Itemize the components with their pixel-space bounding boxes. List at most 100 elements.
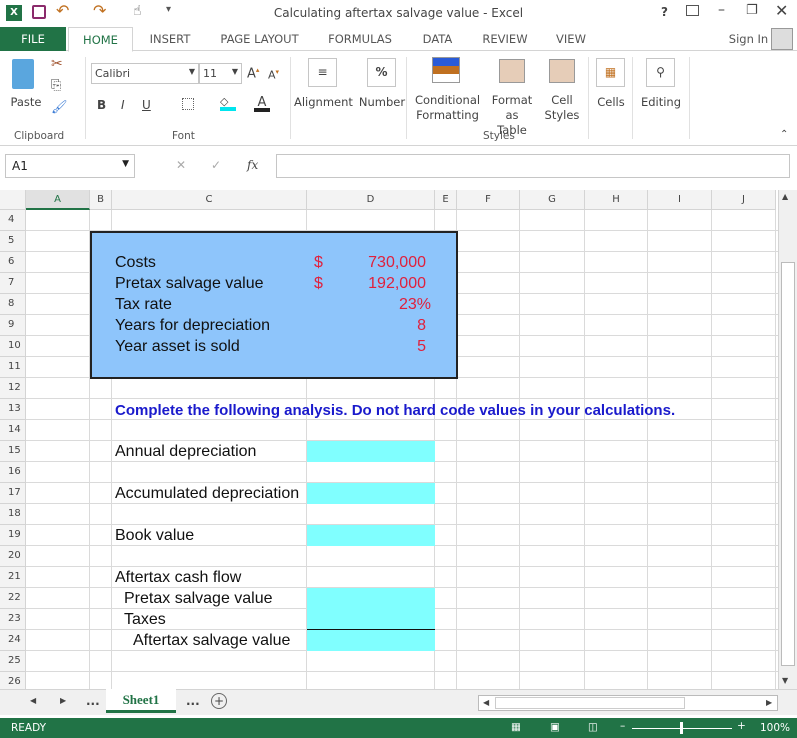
row-header[interactable]: 10 <box>0 336 26 357</box>
tab-view[interactable]: VIEW <box>548 27 594 51</box>
decrease-font-icon[interactable]: A▾ <box>268 68 279 82</box>
prev-sheet-icon[interactable]: ◀ <box>30 696 36 705</box>
ribbon-display-icon[interactable] <box>686 5 699 16</box>
next-sheet-icon[interactable]: ▶ <box>60 696 66 705</box>
scroll-down-icon[interactable]: ▼ <box>782 676 788 685</box>
normal-view-icon[interactable]: ▦ <box>511 721 521 733</box>
conditional-formatting-icon[interactable] <box>432 57 460 83</box>
formula-input[interactable] <box>276 154 790 178</box>
book-value-cell[interactable] <box>307 525 435 546</box>
tab-formulas[interactable]: FORMULAS <box>322 27 398 51</box>
page-break-view-icon[interactable]: ◫ <box>588 721 598 733</box>
horizontal-scrollbar[interactable]: ◀ ▶ <box>478 695 778 711</box>
enter-icon[interactable]: ✓ <box>211 158 221 172</box>
name-box[interactable]: A1 ▼ <box>5 154 135 178</box>
sign-in-link[interactable]: Sign In <box>726 27 771 51</box>
scroll-right-icon[interactable]: ▶ <box>766 698 772 707</box>
cells-button[interactable]: Cells <box>590 95 632 110</box>
italic-button[interactable]: I <box>121 98 125 112</box>
add-sheet-icon[interactable]: + <box>211 693 227 709</box>
column-header[interactable]: C <box>112 190 307 210</box>
tax-rate-value[interactable]: 23% <box>399 296 431 314</box>
row-header[interactable]: 18 <box>0 504 26 525</box>
row-header[interactable]: 14 <box>0 420 26 441</box>
costs-value[interactable]: 730,000 <box>368 254 426 272</box>
row-header[interactable]: 25 <box>0 651 26 672</box>
row-header[interactable]: 15 <box>0 441 26 462</box>
more-sheets-left[interactable]: ... <box>86 694 100 708</box>
zoom-slider-thumb[interactable] <box>680 722 683 734</box>
increase-font-icon[interactable]: A▴ <box>247 66 259 81</box>
aftertax-salvage-cell[interactable] <box>307 630 435 651</box>
cancel-icon[interactable]: ✕ <box>176 158 186 172</box>
row-header[interactable]: 20 <box>0 546 26 567</box>
editing-icon[interactable]: ⚲ <box>646 58 675 87</box>
years-dep-value[interactable]: 8 <box>417 317 426 335</box>
scroll-thumb[interactable] <box>781 262 795 666</box>
tab-page-layout[interactable]: PAGE LAYOUT <box>212 27 307 51</box>
copy-icon[interactable]: ⎘ <box>51 78 61 93</box>
column-header[interactable]: E <box>435 190 457 210</box>
font-color-icon[interactable]: A <box>254 95 270 112</box>
cell-styles-icon[interactable] <box>549 59 575 83</box>
minimize-button[interactable]: – <box>718 2 725 18</box>
accum-dep-cell[interactable] <box>307 483 435 504</box>
row-header[interactable]: 11 <box>0 357 26 378</box>
column-header[interactable]: J <box>712 190 776 210</box>
row-header[interactable]: 21 <box>0 567 26 588</box>
editing-button[interactable]: Editing <box>638 95 684 110</box>
taxes-cell[interactable] <box>307 609 435 630</box>
restore-button[interactable]: ❐ <box>746 3 758 18</box>
row-header[interactable]: 7 <box>0 273 26 294</box>
row-header[interactable]: 17 <box>0 483 26 504</box>
zoom-in-button[interactable]: + <box>737 720 746 732</box>
row-header[interactable]: 24 <box>0 630 26 651</box>
row-header[interactable]: 23 <box>0 609 26 630</box>
borders-icon[interactable] <box>182 98 194 110</box>
cut-icon[interactable]: ✂ <box>51 56 63 72</box>
column-header[interactable]: D <box>307 190 435 210</box>
zoom-level[interactable]: 100% <box>760 722 790 734</box>
column-header[interactable]: B <box>90 190 112 210</box>
column-header[interactable]: I <box>648 190 712 210</box>
row-header[interactable]: 26 <box>0 672 26 689</box>
row-header[interactable]: 16 <box>0 462 26 483</box>
cell-styles-button[interactable]: Cell Styles <box>540 93 584 123</box>
insert-function-button[interactable]: fx <box>247 158 258 172</box>
zoom-out-button[interactable]: – <box>620 720 625 732</box>
more-sheets-right[interactable]: ... <box>186 694 200 708</box>
number-icon[interactable]: % <box>367 58 396 87</box>
column-header[interactable]: A <box>26 190 90 210</box>
vertical-scrollbar[interactable]: ▲ ▼ <box>778 190 797 689</box>
tab-file[interactable]: FILE <box>0 27 66 51</box>
row-header[interactable]: 13 <box>0 399 26 420</box>
font-name-select[interactable]: Calibri ▼ <box>91 63 199 84</box>
year-sold-value[interactable]: 5 <box>417 338 426 356</box>
alignment-button[interactable]: Alignment <box>294 95 353 110</box>
tab-data[interactable]: DATA <box>415 27 460 51</box>
row-header[interactable]: 12 <box>0 378 26 399</box>
number-button[interactable]: Number <box>357 95 407 110</box>
scroll-up-icon[interactable]: ▲ <box>782 192 788 201</box>
scroll-left-icon[interactable]: ◀ <box>483 698 489 707</box>
column-header[interactable]: F <box>457 190 520 210</box>
paste-icon[interactable] <box>12 59 34 89</box>
row-header[interactable]: 8 <box>0 294 26 315</box>
tab-home[interactable]: HOME <box>68 27 133 52</box>
font-size-select[interactable]: 11 ▼ <box>199 63 242 84</box>
tab-insert[interactable]: INSERT <box>140 27 200 51</box>
h-scroll-thumb[interactable] <box>495 697 685 709</box>
format-as-table-icon[interactable] <box>499 59 525 83</box>
pretax-value[interactable]: 192,000 <box>368 275 426 293</box>
page-layout-view-icon[interactable]: ▣ <box>550 721 560 733</box>
row-header[interactable]: 19 <box>0 525 26 546</box>
alignment-icon[interactable]: ≡ <box>308 58 337 87</box>
bold-button[interactable]: B <box>97 98 106 112</box>
sheet-tab-sheet1[interactable]: Sheet1 <box>106 689 176 713</box>
row-header[interactable]: 4 <box>0 210 26 231</box>
fill-color-icon[interactable]: ◇ <box>220 95 236 111</box>
row-header[interactable]: 5 <box>0 231 26 252</box>
close-button[interactable]: ✕ <box>775 1 788 20</box>
annual-dep-cell[interactable] <box>307 441 435 462</box>
column-header[interactable]: G <box>520 190 585 210</box>
